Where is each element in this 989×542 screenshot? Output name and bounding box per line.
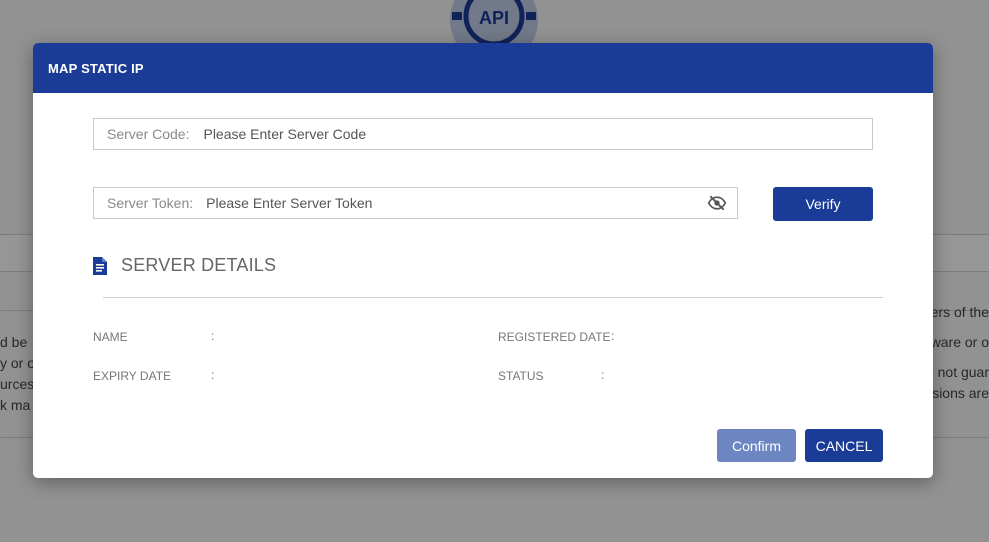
section-divider bbox=[103, 297, 883, 298]
confirm-button[interactable]: Confirm bbox=[717, 429, 796, 462]
server-code-label: Server Code: bbox=[107, 126, 190, 142]
cancel-button[interactable]: CANCEL bbox=[805, 429, 883, 462]
document-icon bbox=[93, 256, 107, 275]
registered-date-colon: : bbox=[611, 329, 615, 343]
section-title: SERVER DETAILS bbox=[121, 255, 277, 275]
status-colon: : bbox=[601, 368, 605, 382]
server-code-field[interactable]: Server Code: bbox=[93, 118, 873, 150]
server-token-field[interactable]: Server Token: bbox=[93, 187, 738, 219]
server-details-heading: SERVER DETAILS bbox=[93, 255, 276, 276]
verify-button[interactable]: Verify bbox=[773, 187, 873, 221]
registered-date-label: REGISTERED DATE bbox=[498, 330, 611, 344]
modal-title: MAP STATIC IP bbox=[48, 60, 144, 76]
server-code-input[interactable] bbox=[203, 126, 872, 142]
server-token-label: Server Token: bbox=[107, 195, 194, 211]
name-label: NAME bbox=[93, 330, 128, 344]
status-label: STATUS bbox=[498, 369, 544, 383]
expiry-date-colon: : bbox=[211, 368, 215, 382]
server-token-input[interactable] bbox=[206, 195, 707, 211]
modal-header: MAP STATIC IP bbox=[33, 43, 933, 93]
map-static-ip-modal: MAP STATIC IP Server Code: Server Token:… bbox=[33, 43, 933, 478]
expiry-date-label: EXPIRY DATE bbox=[93, 369, 172, 383]
eye-slash-icon[interactable] bbox=[707, 193, 727, 213]
name-colon: : bbox=[211, 329, 215, 343]
